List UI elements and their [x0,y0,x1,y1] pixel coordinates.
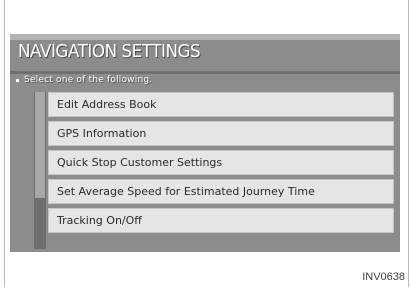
screen-title: NAVIGATION SETTINGS [18,41,201,62]
instruction-text: Select one of the following. [24,75,153,85]
scrollbar-thumb[interactable] [35,92,45,198]
navigation-screen: NAVIGATION SETTINGS Select one of the fo… [10,34,400,252]
menu-item-quick-stop-settings[interactable]: Quick Stop Customer Settings [48,150,394,175]
figure-caption: INV0638 [362,271,405,283]
title-divider [10,71,400,74]
menu-item-gps-information[interactable]: GPS Information [48,121,394,146]
bullet-icon [16,79,19,82]
screen-top-bar [10,34,400,40]
menu-item-average-speed[interactable]: Set Average Speed for Estimated Journey … [48,179,394,204]
menu-item-edit-address-book[interactable]: Edit Address Book [48,92,394,117]
menu-item-tracking[interactable]: Tracking On/Off [48,208,394,233]
settings-menu: Edit Address Book GPS Information Quick … [48,92,394,233]
